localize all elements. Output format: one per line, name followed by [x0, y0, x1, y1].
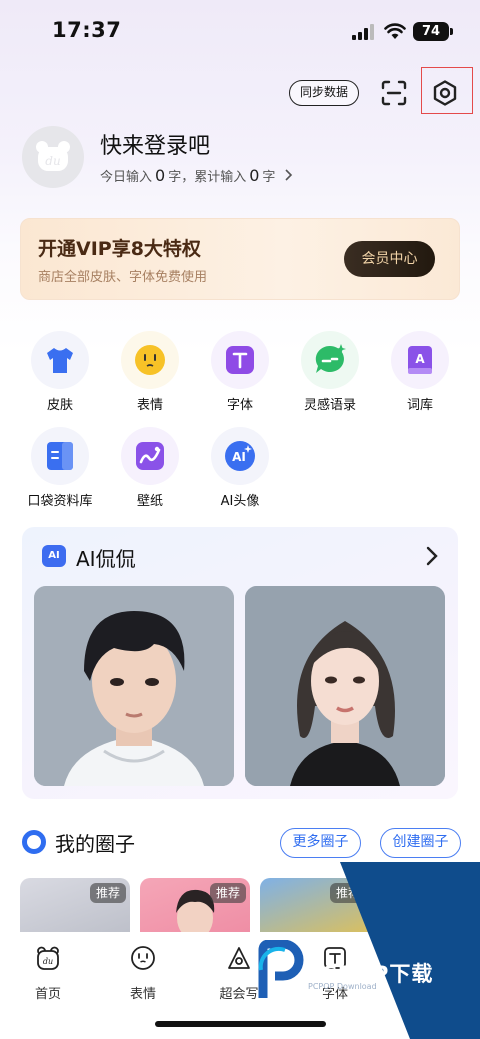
chevron-right-icon[interactable] — [424, 546, 440, 566]
ai-badge: AI — [42, 545, 66, 567]
status-time: 17:37 — [52, 18, 122, 42]
grid-label: AI头像 — [220, 494, 260, 509]
grid-label: 词库 — [406, 398, 433, 413]
vip-title: 开通VIP享8大特权 — [38, 238, 201, 260]
watermark-subtext: PCPOP Download — [308, 982, 377, 991]
svg-text:du: du — [43, 957, 53, 966]
grid-item-skin[interactable]: 皮肤 — [15, 331, 105, 413]
wifi-icon — [384, 23, 406, 39]
create-circle-button[interactable]: 创建圈子 — [380, 828, 461, 858]
grid-label: 灵感语录 — [303, 398, 356, 413]
watermark-logo — [340, 862, 480, 1039]
grid-label: 壁纸 — [136, 494, 163, 509]
grid-label: 口袋资料库 — [27, 494, 93, 509]
stats-unit2: 字 — [262, 170, 276, 185]
watermark-p-logo — [258, 940, 304, 998]
sync-data-button[interactable]: 同步数据 — [289, 80, 359, 106]
signal-icon — [352, 24, 374, 40]
bear-avatar-icon: du — [36, 141, 70, 171]
home-bear-icon: du — [37, 946, 59, 970]
member-center-button[interactable]: 会员中心 — [344, 241, 435, 277]
today-count: 0 — [155, 166, 166, 185]
grid-item-emoji[interactable]: 表情 — [105, 331, 195, 413]
font-icon — [226, 346, 254, 374]
grid-label: 皮肤 — [46, 398, 73, 413]
grid-item-wallpaper[interactable]: 壁纸 — [105, 427, 195, 509]
avatar[interactable]: du — [22, 126, 84, 188]
pocket-library-icon — [47, 442, 73, 470]
recommend-tag: 推荐 — [210, 883, 246, 903]
tshirt-icon — [47, 348, 73, 373]
stats-unit1: 字，累计输入 — [168, 170, 247, 185]
svg-text:AI: AI — [232, 450, 246, 464]
dictionary-icon: A — [408, 346, 432, 374]
ai-card-title: AI侃侃 — [76, 547, 136, 571]
emoji-face-icon — [131, 946, 155, 970]
tab-label: 首页 — [34, 987, 61, 1002]
home-indicator — [155, 1021, 326, 1027]
input-stats[interactable]: 今日输入 0 字，累计输入 0 字 — [100, 166, 294, 185]
more-circles-button[interactable]: 更多圈子 — [280, 828, 361, 858]
battery-indicator: 74 — [413, 22, 453, 41]
grid-label: 表情 — [136, 398, 163, 413]
chevron-right-icon — [284, 169, 292, 181]
circles-icon — [22, 830, 46, 854]
female-portrait-image — [245, 586, 445, 786]
grid-item-pocket-library[interactable]: 口袋资料库 — [15, 427, 105, 509]
tab-home[interactable]: du 首页 — [13, 945, 83, 1002]
ai-write-icon — [228, 947, 250, 969]
gear-icon[interactable] — [431, 79, 459, 107]
ai-character-male[interactable] — [34, 586, 234, 786]
total-count: 0 — [249, 166, 260, 185]
vip-subtitle: 商店全部皮肤、字体免费使用 — [38, 270, 208, 285]
tab-emoji[interactable]: 表情 — [108, 945, 178, 1002]
chat-sparkle-icon — [315, 344, 346, 373]
grid-item-inspiration[interactable]: 灵感语录 — [285, 331, 375, 413]
svg-text:A: A — [415, 352, 425, 366]
grid-item-dictionary[interactable]: A 词库 — [375, 331, 465, 413]
grid-item-ai-avatar[interactable]: AI AI头像 — [195, 427, 285, 509]
circles-title: 我的圈子 — [55, 832, 135, 856]
wallpaper-icon — [136, 442, 164, 470]
grid-label: 字体 — [226, 398, 253, 413]
male-portrait-image — [34, 586, 234, 786]
emoji-icon — [135, 345, 165, 375]
grid-item-font[interactable]: 字体 — [195, 331, 285, 413]
svg-text:du: du — [45, 154, 60, 168]
login-prompt[interactable]: 快来登录吧 — [100, 128, 210, 160]
ai-avatar-icon: AI — [225, 441, 255, 471]
recommend-tag: 推荐 — [90, 883, 126, 903]
ai-character-female[interactable] — [245, 586, 445, 786]
tab-label: 表情 — [129, 987, 156, 1002]
scan-icon[interactable] — [380, 79, 408, 107]
stats-prefix: 今日输入 — [100, 170, 153, 185]
